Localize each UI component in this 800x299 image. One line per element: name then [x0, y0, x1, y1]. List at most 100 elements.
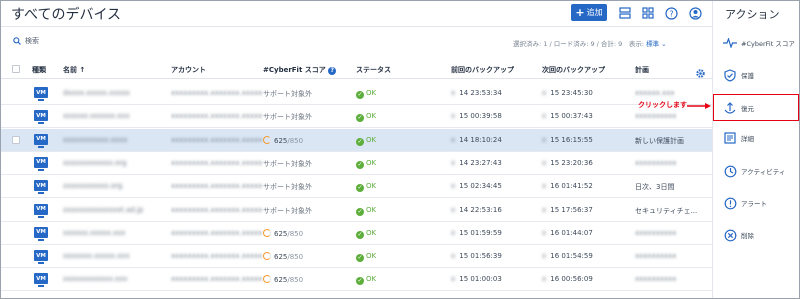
- restore-highlight-box: [713, 94, 799, 121]
- last-backup-time: 15 01:00:03: [459, 275, 502, 284]
- col-next-backup[interactable]: 次回のバックアップ: [542, 65, 605, 75]
- table-row[interactable]: VM xxxxxxxxxxxx.xxx xxxxxxxxx.xxxxxxx.xxxx…: [1, 268, 712, 292]
- device-name[interactable]: xxxxxx.xxxxx.xxx: [63, 229, 125, 237]
- status-text: OK: [366, 228, 377, 237]
- search-box[interactable]: 検索: [13, 36, 39, 46]
- panel-title: アクション: [725, 8, 780, 21]
- top-bar: すべてのデバイス + 追加 ?: [1, 1, 712, 27]
- score-total: /850: [287, 276, 304, 285]
- user-account-icon[interactable]: [687, 5, 703, 21]
- table-row[interactable]: VM xxxxxxx.xxxxx.xxx xxxxxxxxx.xxxxxxx.xxx…: [1, 245, 712, 269]
- next-backup-time: 16 01:41:52: [550, 182, 593, 191]
- action-label: アクティビティ: [741, 168, 786, 176]
- col-type[interactable]: 種類: [32, 65, 46, 75]
- next-backup: x 15 23:45:30: [542, 89, 593, 97]
- device-name[interactable]: xxxxxxxxxxx.xxxx: [63, 136, 127, 144]
- table-row[interactable]: VM xxxxxxxxxxx.org xxxxxxxxx.xxxxxxx.xxxxx…: [1, 175, 712, 199]
- filter-bar: 検索 選択済み: 1 / ロード済み: 9 / 合計: 9 表示: 標準 ⌄: [1, 33, 712, 53]
- vm-icon: VM: [34, 180, 48, 195]
- action-label: #CyberFit スコア: [741, 40, 795, 48]
- check-icon: ✓: [356, 277, 364, 286]
- table-row[interactable]: VM xxxxxxxxxxxxxxt.ad.jp xxxxxxxxx.xxxxxxx…: [1, 199, 712, 222]
- device-name[interactable]: xxxxxxx.xxxxx.xxx: [63, 252, 130, 260]
- last-backup-time: 14 22:53:16: [459, 205, 502, 214]
- plan-name[interactable]: xxxxxxxxxx: [635, 252, 676, 260]
- cyberfit-score: サポート対象外: [263, 90, 312, 98]
- status-badge: ✓ OK: [356, 159, 376, 169]
- next-backup: x 15 16:15:55: [542, 135, 593, 144]
- account-name: xxxxxxxxx.xxxxxxx.xxxxx: [171, 158, 263, 167]
- cyberfit-score: サポート対象外: [263, 206, 312, 215]
- app-window: すべてのデバイス + 追加 ? 検索 選択済み: 1 / ロード済み: 9 / …: [0, 0, 800, 299]
- cyberfit-score[interactable]: 625/850: [263, 252, 303, 261]
- next-backup-time: 15 00:37:43: [550, 112, 593, 121]
- select-all-checkbox[interactable]: [12, 65, 20, 73]
- next-backup: x 16 01:44:07: [542, 228, 593, 237]
- action-protect[interactable]: 保護: [713, 63, 799, 87]
- last-backup: x 14 23:27:43: [451, 158, 502, 167]
- plan-name[interactable]: xxxxxx.xxx: [635, 89, 675, 97]
- next-backup-time: 16 00:56:09: [550, 275, 593, 284]
- action-cyberfit[interactable]: #CyberFit スコア: [713, 31, 799, 55]
- plan-name[interactable]: セキュリティチェ...: [635, 206, 697, 216]
- gear-icon[interactable]: [695, 64, 706, 83]
- plan-name[interactable]: xxxxxxxxxx: [635, 275, 676, 283]
- next-backup: x 15 23:20:36: [542, 158, 593, 167]
- plan-name[interactable]: xxxxxxxxxx: [635, 112, 676, 120]
- table-row[interactable]: VM xxxxxx.xxxxxx.xxx xxxxxxxxx.xxxxxxx.xxx…: [1, 105, 712, 129]
- table-row[interactable]: VM xxxxxx.xxxxx.xxx xxxxxxxxx.xxxxxxx.xxxx…: [1, 222, 712, 245]
- table-row[interactable]: VM xxxxxxxxxxxx.org xxxxxxxxx.xxxxxxx.xxxx…: [1, 152, 712, 175]
- status-badge: ✓ OK: [356, 275, 376, 286]
- density-select[interactable]: 標準: [646, 40, 659, 48]
- last-backup: x 15 00:39:58: [451, 112, 502, 121]
- cyberfit-score[interactable]: 625/850: [263, 228, 303, 238]
- help-icon[interactable]: ?: [663, 5, 679, 21]
- vm-icon: VM: [34, 110, 48, 125]
- add-button[interactable]: + 追加: [571, 4, 607, 21]
- next-backup: x 15 17:56:37: [542, 205, 593, 214]
- page-title: すべてのデバイス: [11, 7, 122, 23]
- cyberfit-score[interactable]: 625/850: [263, 275, 303, 284]
- plan-name[interactable]: 日次、3日間: [635, 182, 674, 192]
- col-account[interactable]: アカウント: [171, 65, 206, 75]
- table-row[interactable]: VM xxxxxxxxxxx.xxxx xxxxxxxxx.xxxxxxx.xxxx…: [1, 128, 712, 152]
- col-last-backup[interactable]: 前回のバックアップ: [451, 65, 514, 75]
- action-delete[interactable]: 削除: [713, 223, 799, 247]
- status-badge: ✓ OK: [356, 206, 376, 216]
- action-activity[interactable]: アクティビティ: [713, 159, 799, 183]
- last-backup: x 14 23:53:34: [451, 89, 502, 97]
- device-name[interactable]: xxxxxxxxxxxx.xxx: [63, 275, 127, 283]
- plan-name[interactable]: xxxxxxxxxx: [635, 159, 676, 167]
- last-backup-time: 15 00:39:58: [459, 112, 502, 121]
- device-name[interactable]: xxxxxx.xxxxxx.xxx: [63, 112, 130, 120]
- col-plan[interactable]: 計画: [635, 65, 649, 75]
- device-name[interactable]: dxxxx.xxxxx.xxxxx: [63, 89, 130, 97]
- cyberfit-score: サポート対象外: [263, 159, 312, 168]
- plan-name[interactable]: xxxxxxxxxx: [635, 229, 676, 237]
- col-status[interactable]: ステータス: [356, 65, 391, 75]
- col-name[interactable]: 名前 ↑: [63, 65, 85, 75]
- action-label: 削除: [741, 232, 754, 240]
- status-text: OK: [366, 205, 377, 214]
- table-header: 種類 名前 ↑ アカウント #CyberFit スコア ? ステータス 前回のバ…: [1, 61, 712, 79]
- device-name[interactable]: xxxxxxxxxxxx.org: [63, 159, 126, 167]
- table-row[interactable]: VM dxxxx.xxxxx.xxxxx xxxxxxxxx.xxxxxxx.xxx…: [1, 82, 712, 105]
- cyberfit-score[interactable]: 625/850: [263, 135, 303, 145]
- callout-arrow-icon: [687, 103, 711, 109]
- device-name[interactable]: xxxxxxxxxxx.org: [63, 182, 122, 190]
- last-backup-time: 15 01:56:39: [459, 252, 502, 261]
- device-name[interactable]: xxxxxxxxxxxxxxt.ad.jp: [63, 206, 143, 214]
- row-checkbox[interactable]: [12, 135, 20, 144]
- details-icon: [723, 131, 737, 145]
- last-backup: x 15 01:00:03: [451, 275, 502, 284]
- check-icon: ✓: [356, 254, 364, 263]
- col-cyberfit[interactable]: #CyberFit スコア ?: [263, 65, 337, 75]
- action-details[interactable]: 詳細: [713, 126, 799, 150]
- action-alerts[interactable]: アラート: [713, 191, 799, 215]
- devices-main: すべてのデバイス + 追加 ? 検索 選択済み: 1 / ロード済み: 9 / …: [1, 1, 712, 298]
- plan-name[interactable]: 新しい保護計画: [635, 136, 684, 146]
- grid-view-icon[interactable]: [640, 5, 656, 21]
- next-backup: x 16 01:54:59: [542, 252, 593, 261]
- selection-summary: 選択済み: 1 / ロード済み: 9 / 合計: 9 表示: 標準 ⌄: [513, 38, 667, 48]
- list-view-icon[interactable]: [617, 5, 633, 21]
